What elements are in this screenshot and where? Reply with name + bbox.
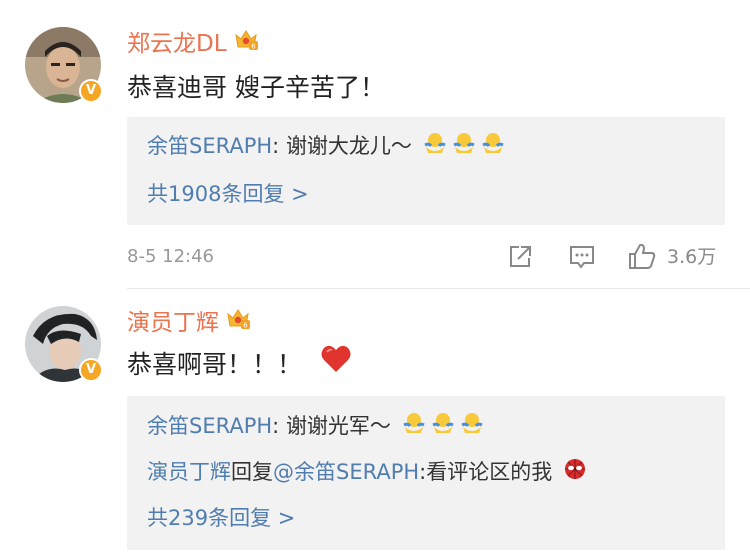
reply-count-link[interactable]: 共239条回复 >	[147, 503, 295, 533]
spider-emoji	[563, 457, 587, 489]
heart-emoji	[320, 344, 352, 383]
comment-item: V 演员丁辉 6 恭喜啊哥！！！ 余笛SERAPH: 谢谢光军～ 演员丁辉回复@…	[0, 0, 750, 557]
verified-icon: V	[79, 358, 103, 382]
reply-preview-line: 余笛SERAPH: 谢谢光军～	[147, 411, 484, 443]
comment-text: 恭喜啊哥！！！	[127, 345, 352, 383]
username[interactable]: 演员丁辉 6	[127, 308, 251, 339]
reply-word: 回复	[231, 460, 273, 484]
username-text[interactable]: 演员丁辉	[127, 310, 219, 336]
reply-second-line: 演员丁辉回复@余笛SERAPH:看评论区的我	[147, 457, 587, 489]
mention-link[interactable]: @余笛SERAPH	[273, 460, 419, 484]
reply-preview-box[interactable]: 余笛SERAPH: 谢谢光军～ 演员丁辉回复@余笛SERAPH:看评论区的我 共…	[127, 396, 725, 550]
reply-author[interactable]: 余笛SERAPH	[147, 414, 272, 438]
avatar[interactable]: V	[25, 306, 103, 382]
reply-author[interactable]: 演员丁辉	[147, 460, 231, 484]
crown-badge-icon: 6	[225, 305, 251, 339]
comment-text-content: 恭喜啊哥！！！	[127, 350, 303, 379]
hug-emoji	[402, 411, 484, 443]
reply-text: 看评论区的我	[426, 460, 553, 484]
reply-text: 谢谢光军～	[285, 414, 391, 438]
svg-text:6: 6	[243, 321, 248, 329]
reply-separator: :	[272, 414, 286, 438]
